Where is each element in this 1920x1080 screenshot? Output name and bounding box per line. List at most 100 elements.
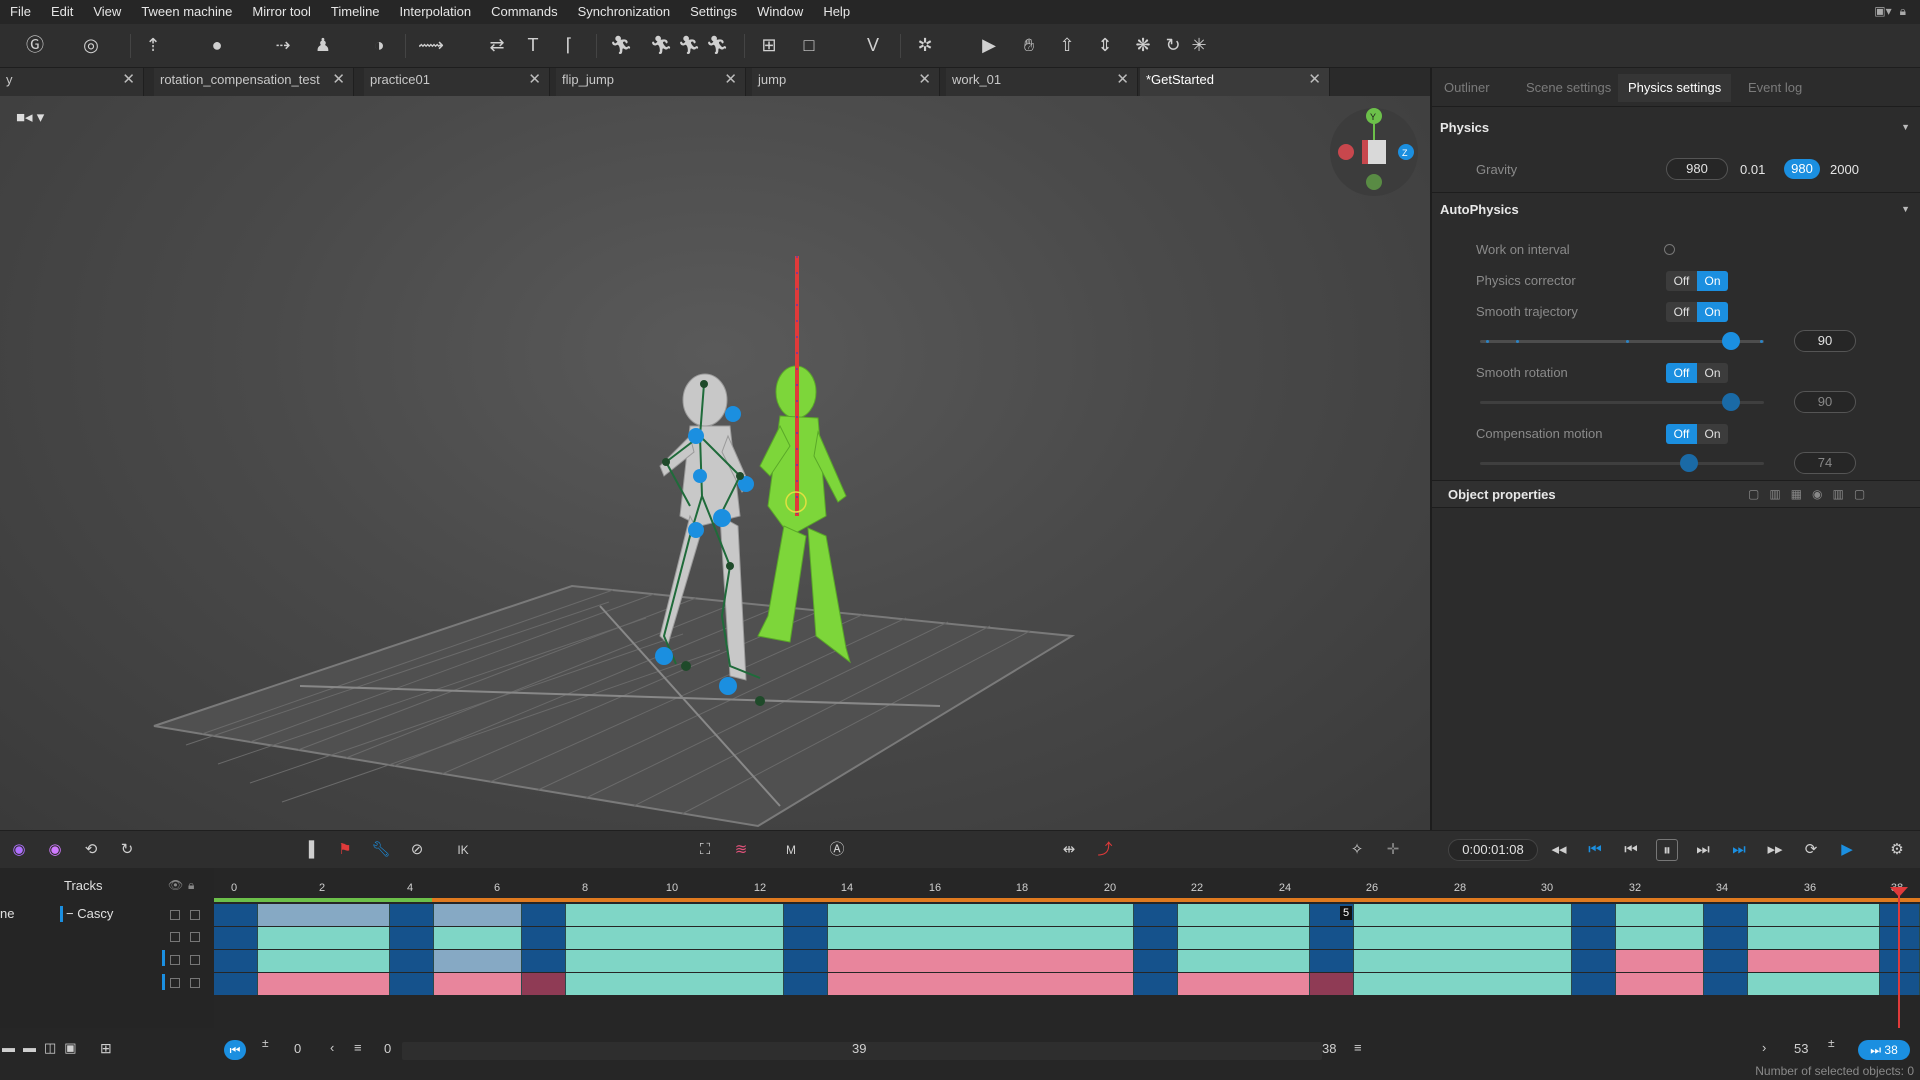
collapse-icon[interactable]: ▼ [1901, 122, 1910, 132]
settings-gear-icon[interactable]: ⚙ [1886, 839, 1908, 861]
play-icon[interactable]: ▶ [1836, 839, 1858, 861]
off-option[interactable]: Off [1666, 302, 1697, 322]
track-checkbox[interactable] [190, 910, 200, 920]
onion-prev-icon[interactable]: ◉ [44, 839, 66, 861]
smooth-rotation-toggle[interactable]: Off On [1666, 363, 1728, 383]
menu-tween-machine[interactable]: Tween machine [131, 0, 242, 24]
playhead-line[interactable] [1898, 887, 1900, 1037]
tab-practice01[interactable]: practice01 ✕ [364, 68, 550, 96]
close-icon[interactable]: ✕ [1116, 68, 1129, 92]
rig-icon[interactable]: ❋ [1130, 32, 1156, 58]
tab-jump[interactable]: jump ✕ [752, 68, 940, 96]
physics-corrector-toggle[interactable]: Off On [1666, 271, 1728, 291]
bracket-icon[interactable]: ⌈ [556, 32, 582, 58]
menu-edit[interactable]: Edit [41, 0, 83, 24]
increment-icon[interactable]: ± [1828, 1036, 1835, 1050]
first-key-icon[interactable]: ⏮ [1584, 839, 1606, 861]
compensation-motion-knob[interactable] [1680, 454, 1698, 472]
loop-icon[interactable]: ⟳ [1800, 839, 1822, 861]
work-on-interval-radio[interactable] [1664, 244, 1675, 255]
chevron-left-icon[interactable]: ‹ [330, 1040, 334, 1055]
range-start-value[interactable]: 0 [384, 1041, 391, 1056]
track-row[interactable]: 5 [214, 904, 1920, 926]
bottom-tool-icons[interactable]: ▬▬◫▣ [2, 1040, 85, 1056]
grid-icon[interactable]: ⊞ [756, 32, 782, 58]
close-icon[interactable]: ✕ [528, 68, 541, 92]
tab-getstarted[interactable]: *GetStarted ✕ [1140, 68, 1330, 96]
end-frame-value[interactable]: 53 [1794, 1041, 1808, 1056]
3d-viewport[interactable]: ■◂ ▾ Y Z [0, 96, 1430, 830]
pause-icon[interactable]: ⏸ [1656, 839, 1678, 861]
tab-event-log[interactable]: Event log [1738, 74, 1812, 102]
spiral-icon[interactable]: ◎ [78, 32, 104, 58]
gravity-preset-max[interactable]: 2000 [1830, 162, 1859, 177]
key-column-icon[interactable]: ▐ [298, 839, 320, 861]
m-mode-icon[interactable]: M [780, 839, 802, 861]
timeline-range-bar[interactable] [214, 898, 1920, 902]
tab-outliner[interactable]: Outliner [1434, 74, 1500, 102]
tab-rotation-compensation-test[interactable]: rotation_compensation_test ✕ [154, 68, 354, 96]
menu-icon[interactable]: ≡ [354, 1040, 362, 1055]
menu-view[interactable]: View [83, 0, 131, 24]
current-frame-button[interactable]: ⏭ 38 [1858, 1040, 1910, 1060]
run-alt3-icon[interactable]: 🏃︎ [704, 32, 730, 58]
skeleton-icon[interactable]: ✳ [1186, 32, 1212, 58]
menu-synchronization[interactable]: Synchronization [568, 0, 681, 24]
step-icon[interactable]: ⇢ [270, 32, 296, 58]
nudge-icon[interactable]: ⇡ [140, 32, 166, 58]
track-checkbox[interactable] [190, 978, 200, 988]
object-properties-header[interactable]: Object properties [1448, 487, 1556, 502]
run-icon[interactable]: 🏃︎ [608, 32, 634, 58]
bones-icon[interactable]: ✲ [912, 32, 938, 58]
go-start-button[interactable]: ⏮ [224, 1040, 246, 1060]
tab-y[interactable]: y ✕ [0, 68, 144, 96]
smooth-rotation-knob[interactable] [1722, 393, 1740, 411]
menu-interpolation[interactable]: Interpolation [390, 0, 482, 24]
fast-forward-icon[interactable]: ▸▸ [1764, 839, 1786, 861]
time-display[interactable]: 0:00:01:08 [1448, 839, 1538, 861]
track-checkbox[interactable] [170, 910, 180, 920]
start-frame-value[interactable]: 0 [294, 1041, 301, 1056]
menu-commands[interactable]: Commands [481, 0, 567, 24]
next-frame-icon[interactable]: ⏭ [1692, 839, 1714, 861]
smooth-trajectory-knob[interactable] [1722, 332, 1740, 350]
tab-scene-settings[interactable]: Scene settings [1516, 74, 1621, 102]
pin-icon[interactable]: ✧ [1346, 839, 1368, 861]
autophysics-header[interactable]: AutoPhysics [1440, 202, 1519, 217]
curve-icon[interactable]: ⟿ [418, 32, 444, 58]
compensation-motion-slider[interactable] [1480, 462, 1764, 465]
play-tool-icon[interactable]: ▶ [976, 32, 1002, 58]
wrench-icon[interactable]: 🔧︎ [370, 839, 392, 861]
chevron-right-icon[interactable]: › [1762, 1040, 1766, 1055]
close-icon[interactable]: ✕ [332, 68, 345, 92]
run-alt-icon[interactable]: 🏃︎ [648, 32, 674, 58]
run-alt2-icon[interactable]: 🏃︎ [676, 32, 702, 58]
reset-icon[interactable]: ↻ [116, 839, 138, 861]
track-checkbox[interactable] [170, 978, 180, 988]
lock-icon[interactable]: 🔒︎ [188, 878, 194, 893]
off-option[interactable]: Off [1666, 271, 1697, 291]
rewind-icon[interactable]: ◂◂ [1548, 839, 1570, 861]
move-icon[interactable]: ✛ [1382, 839, 1404, 861]
prev-frame-icon[interactable]: ⏮ [1620, 839, 1642, 861]
on-option[interactable]: On [1697, 424, 1728, 444]
track-checkbox[interactable] [170, 932, 180, 942]
smooth-trajectory-toggle[interactable]: Off On [1666, 302, 1728, 322]
increment-icon[interactable]: ± [262, 1036, 269, 1050]
gravity-preset-selected[interactable]: 980 [1784, 159, 1820, 179]
cycle-icon[interactable]: ⟲ [80, 839, 102, 861]
lift-icon[interactable]: ⇧ [1054, 32, 1080, 58]
track-row[interactable] [214, 950, 1920, 972]
gravity-preset-min[interactable]: 0.01 [1740, 162, 1765, 177]
tab-flip-jump[interactable]: flip_jump ✕ [556, 68, 746, 96]
swap-icon[interactable]: ⇄ [484, 32, 510, 58]
square-icon[interactable]: □ [796, 32, 822, 58]
layout-icon[interactable]: ▣▾ [1874, 4, 1891, 19]
tab-work-01[interactable]: work_01 ✕ [946, 68, 1138, 96]
smooth-trajectory-value[interactable]: 90 [1794, 330, 1856, 352]
lock-icon[interactable]: 🔒︎ [1900, 4, 1906, 19]
last-key-icon[interactable]: ⏭ [1728, 839, 1750, 861]
compensation-motion-toggle[interactable]: Off On [1666, 424, 1728, 444]
logo-v-icon[interactable]: V [860, 32, 886, 58]
visibility-icon[interactable]: 👁︎ [168, 878, 183, 892]
